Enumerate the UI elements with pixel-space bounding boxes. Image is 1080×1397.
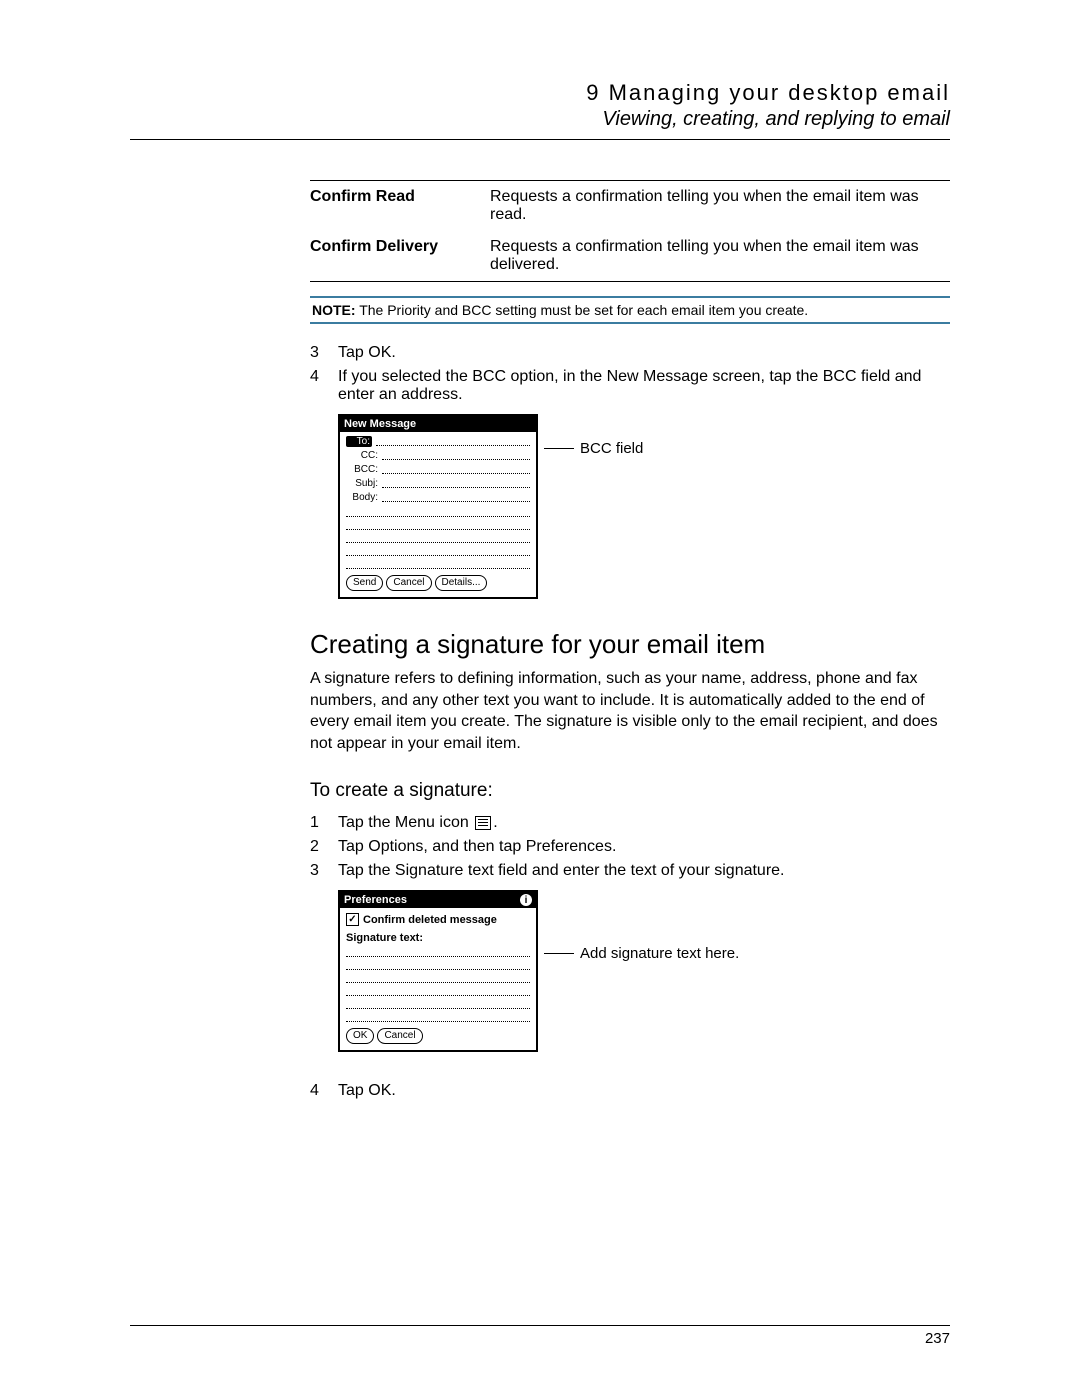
step-text-pre: Tap the Menu icon [338, 814, 473, 831]
step-text: If you selected the BCC option, in the N… [338, 368, 950, 404]
cc-field[interactable] [382, 451, 530, 460]
checkbox-icon[interactable]: ✓ [346, 913, 359, 926]
document-page: 9 Managing your desktop email Viewing, c… [0, 0, 1080, 1397]
page-header: 9 Managing your desktop email Viewing, c… [130, 80, 950, 131]
def-desc: Requests a confirmation telling you when… [490, 231, 950, 282]
step-number: 4 [310, 1082, 338, 1100]
subj-field[interactable] [382, 479, 530, 488]
checkbox-row[interactable]: ✓ Confirm deleted message [346, 913, 530, 926]
ok-button[interactable]: OK [346, 1028, 374, 1044]
section-paragraph: A signature refers to defining informati… [310, 668, 950, 754]
titlebar: Preferences i [340, 892, 536, 908]
step-number: 4 [310, 368, 338, 404]
step-item: 1 Tap the Menu icon . [310, 814, 950, 832]
def-desc: Requests a confirmation telling you when… [490, 181, 950, 232]
step-item: 4 Tap OK. [310, 1082, 950, 1100]
steps-list-b: 1 Tap the Menu icon . 2 Tap Options, and… [310, 814, 950, 880]
callout-line [544, 953, 574, 954]
body-label: Body: [346, 492, 378, 503]
header-rule [130, 139, 950, 140]
signature-line[interactable] [346, 1011, 530, 1022]
info-icon[interactable]: i [520, 894, 532, 906]
note-label: NOTE: [312, 302, 356, 318]
subj-label: Subj: [346, 478, 378, 489]
chapter-name: Managing your desktop email [609, 80, 950, 105]
section-heading: Creating a signature for your email item [310, 629, 950, 660]
body-line[interactable] [346, 532, 530, 543]
checkbox-label: Confirm deleted message [363, 914, 497, 926]
step-number: 3 [310, 862, 338, 880]
page-number: 237 [130, 1330, 950, 1347]
chapter-number: 9 [586, 80, 600, 105]
step-item: 3 Tap OK. [310, 344, 950, 362]
screen-body: To: CC: BCC: Subj: Body: Send Cancel Det… [340, 432, 536, 597]
step-item: 2 Tap Options, and then tap Preferences. [310, 838, 950, 856]
step-text: Tap the Menu icon . [338, 814, 498, 832]
step-item: 3 Tap the Signature text field and enter… [310, 862, 950, 880]
window-title: New Message [344, 418, 416, 430]
step-text: Tap Options, and then tap Preferences. [338, 838, 616, 856]
to-field[interactable] [376, 437, 530, 446]
screen-body: ✓ Confirm deleted message Signature text… [340, 908, 536, 1050]
step-item: 4 If you selected the BCC option, in the… [310, 368, 950, 404]
main-content: Confirm Read Requests a confirmation tel… [310, 180, 950, 1100]
preferences-screen: Preferences i ✓ Confirm deleted message … [338, 890, 538, 1052]
steps-list-a: 3 Tap OK. 4 If you selected the BCC opti… [310, 344, 950, 404]
cc-label: CC: [346, 450, 378, 461]
body-line[interactable] [346, 519, 530, 530]
steps-list-c: 4 Tap OK. [310, 1082, 950, 1100]
chapter-title: 9 Managing your desktop email [130, 80, 950, 106]
bcc-field[interactable] [382, 465, 530, 474]
body-line[interactable] [346, 545, 530, 556]
titlebar: New Message [340, 416, 536, 432]
callout-label: Add signature text here. [580, 945, 739, 962]
body-line[interactable] [346, 558, 530, 569]
figure-new-message: New Message To: CC: BCC: Subj: Body: Sen… [338, 414, 950, 599]
step-text: Tap the Signature text field and enter t… [338, 862, 785, 880]
cancel-button[interactable]: Cancel [386, 575, 431, 591]
footer-rule [130, 1325, 950, 1326]
callout-line [544, 448, 574, 449]
bcc-label: BCC: [346, 464, 378, 475]
table-row: Confirm Read Requests a confirmation tel… [310, 181, 950, 232]
figure-preferences: Preferences i ✓ Confirm deleted message … [338, 890, 950, 1052]
signature-line[interactable] [346, 985, 530, 996]
table-row: Confirm Delivery Requests a confirmation… [310, 231, 950, 282]
callout-label: BCC field [580, 440, 643, 457]
signature-line[interactable] [346, 959, 530, 970]
body-line[interactable] [346, 506, 530, 517]
def-term: Confirm Delivery [310, 231, 490, 282]
window-title: Preferences [344, 894, 407, 906]
signature-label: Signature text: [346, 932, 530, 944]
step-text-post: . [493, 814, 497, 831]
to-label: To: [346, 436, 372, 447]
cancel-button[interactable]: Cancel [377, 1028, 422, 1044]
button-bar: Send Cancel Details... [346, 575, 530, 591]
button-bar: OK Cancel [346, 1028, 530, 1044]
details-button[interactable]: Details... [435, 575, 488, 591]
signature-line[interactable] [346, 972, 530, 983]
step-text: Tap OK. [338, 344, 396, 362]
note-text: The Priority and BCC setting must be set… [359, 302, 808, 318]
new-message-screen: New Message To: CC: BCC: Subj: Body: Sen… [338, 414, 538, 599]
send-button[interactable]: Send [346, 575, 383, 591]
sub-heading: To create a signature: [310, 780, 950, 802]
step-number: 2 [310, 838, 338, 856]
step-number: 1 [310, 814, 338, 832]
section-title: Viewing, creating, and replying to email [130, 108, 950, 131]
step-text: Tap OK. [338, 1082, 396, 1100]
menu-icon [475, 816, 491, 830]
step-number: 3 [310, 344, 338, 362]
signature-field[interactable] [346, 946, 530, 957]
body-field[interactable] [382, 493, 530, 502]
signature-line[interactable] [346, 998, 530, 1009]
def-term: Confirm Read [310, 181, 490, 232]
definition-table: Confirm Read Requests a confirmation tel… [310, 180, 950, 282]
note-box: NOTE: The Priority and BCC setting must … [310, 296, 950, 324]
